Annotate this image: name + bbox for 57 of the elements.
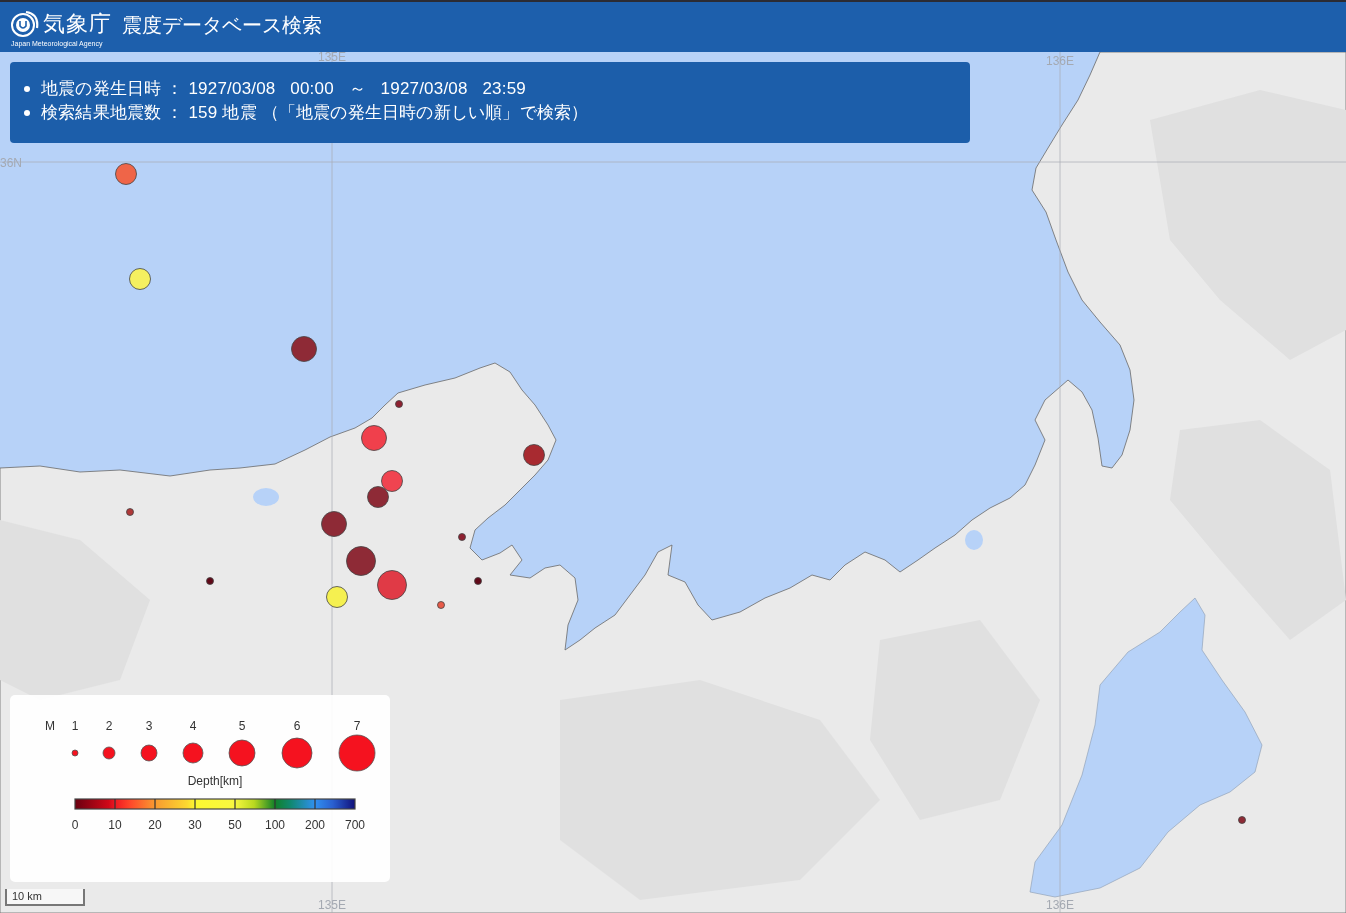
earthquake-marker[interactable] — [321, 511, 347, 537]
earthquake-marker[interactable] — [326, 586, 348, 608]
magnitude-circle-icon — [281, 737, 313, 769]
bullet-icon — [24, 110, 30, 116]
depth-tick-label: 10 — [107, 818, 123, 832]
bullet-icon — [24, 86, 30, 92]
depth-legend-title: Depth[km] — [187, 773, 243, 789]
earthquake-marker[interactable] — [206, 577, 214, 585]
page-title: 震度データベース検索 — [122, 13, 322, 38]
depth-tick-label: 700 — [344, 818, 366, 832]
earthquake-marker[interactable] — [291, 336, 317, 362]
longitude-label: 136E — [1046, 899, 1074, 911]
depth-tick-label: 30 — [187, 818, 203, 832]
earthquake-marker[interactable] — [129, 268, 151, 290]
scale-bar: 10 km — [5, 889, 85, 906]
earthquake-marker[interactable] — [381, 470, 403, 492]
magnitude-circle-icon — [338, 734, 376, 772]
summary-text: 地震の発生日時 ： 1927/03/08 00:00 ～ 1927/03/08 23:59 — [41, 78, 526, 100]
magnitude-circle-icon — [71, 749, 79, 757]
earthquake-marker[interactable] — [115, 163, 137, 185]
earthquake-marker[interactable] — [523, 444, 545, 466]
earthquake-marker[interactable] — [361, 425, 387, 451]
magnitude-value: 3 — [145, 719, 153, 733]
magnitude-value: 6 — [293, 719, 301, 733]
agency-logo-icon — [10, 10, 40, 38]
earthquake-marker[interactable] — [367, 486, 389, 508]
latitude-label: 36N — [0, 157, 22, 169]
magnitude-circle-icon — [228, 739, 256, 767]
earthquake-marker[interactable] — [1238, 816, 1246, 824]
depth-tick-label: 20 — [147, 818, 163, 832]
longitude-label: 135E — [318, 52, 346, 63]
earthquake-marker[interactable] — [474, 577, 482, 585]
depth-tick-label: 200 — [304, 818, 326, 832]
magnitude-value: 2 — [105, 719, 113, 733]
earthquake-marker[interactable] — [346, 546, 376, 576]
summary-text: 検索結果地震数 ： 159 地震 （「地震の発生日時の新しい順」で検索） — [41, 102, 589, 124]
agency-name: 気象庁 — [43, 11, 112, 37]
magnitude-circle-icon — [140, 744, 158, 762]
depth-tick-label: 50 — [227, 818, 243, 832]
earthquake-marker[interactable] — [377, 570, 407, 600]
magnitude-value: 5 — [238, 719, 246, 733]
longitude-label: 135E — [318, 899, 346, 911]
longitude-label: 136E — [1046, 55, 1074, 67]
earthquake-marker[interactable] — [395, 400, 403, 408]
lake-area — [965, 530, 983, 550]
earthquake-marker[interactable] — [437, 601, 445, 609]
lake-area — [253, 488, 279, 506]
magnitude-value: 7 — [353, 719, 361, 733]
magnitude-circle-icon — [182, 742, 204, 764]
earthquake-marker[interactable] — [126, 508, 134, 516]
earthquake-marker[interactable] — [458, 533, 466, 541]
depth-tick-label: 100 — [264, 818, 286, 832]
magnitude-value: 4 — [189, 719, 197, 733]
magnitude-circle-icon — [102, 746, 116, 760]
magnitude-label: M — [45, 719, 55, 733]
magnitude-value: 1 — [71, 719, 79, 733]
depth-tick-label: 0 — [70, 818, 80, 832]
